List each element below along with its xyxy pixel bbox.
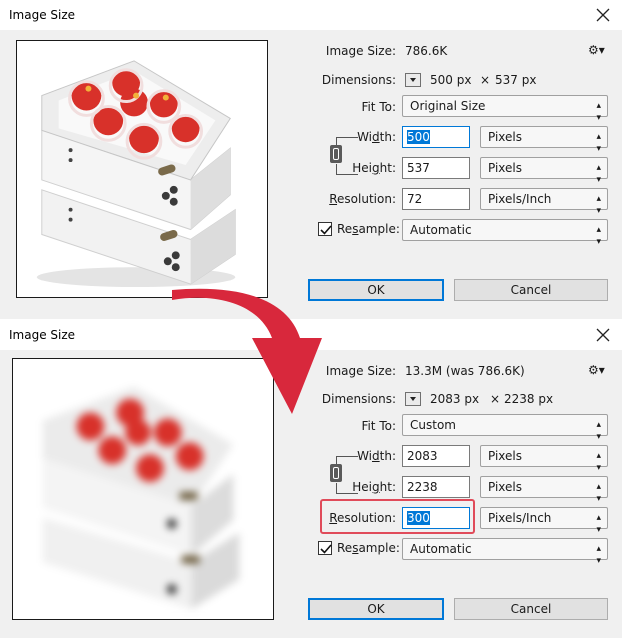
- height-label: Height:: [352, 161, 396, 175]
- dimensions-dropdown-button[interactable]: [405, 392, 421, 406]
- dialog-title: Image Size: [9, 328, 76, 342]
- select-arrows-icon: ▴ ▾: [596, 544, 601, 566]
- height-input[interactable]: 537: [402, 157, 470, 179]
- height-input[interactable]: 2238: [402, 476, 470, 498]
- select-arrows-icon: ▴ ▾: [596, 163, 601, 185]
- cancel-button[interactable]: Cancel: [454, 279, 608, 301]
- dimensions-label: Dimensions:: [321, 73, 396, 87]
- dimensions-separator: ×: [490, 392, 501, 406]
- resample-label: Resample:: [337, 541, 400, 555]
- resample-label: Resample:: [337, 222, 400, 236]
- title-bar: Image Size: [0, 0, 622, 30]
- fit-to-value: Original Size: [410, 99, 486, 113]
- ok-button[interactable]: OK: [308, 598, 444, 620]
- resolution-unit-select[interactable]: Pixels/Inch ▴ ▾: [480, 507, 608, 535]
- resolution-label: Resolution:: [329, 192, 396, 206]
- height-unit-select[interactable]: Pixels ▴ ▾: [480, 476, 608, 504]
- dimensions-height-value: 537 px: [495, 73, 537, 87]
- checkmark-icon: [320, 225, 332, 235]
- width-label: Width:: [357, 449, 396, 463]
- width-input[interactable]: 500: [402, 126, 470, 148]
- resample-select[interactable]: Automatic ▴ ▾: [402, 538, 608, 566]
- resolution-highlight-box: [320, 499, 475, 534]
- fit-to-select[interactable]: Custom ▴ ▾: [402, 414, 608, 442]
- resample-checkbox[interactable]: [318, 222, 332, 236]
- resample-select[interactable]: Automatic ▴ ▾: [402, 219, 608, 247]
- fit-to-label: Fit To:: [361, 100, 396, 114]
- width-unit-select[interactable]: Pixels ▴ ▾: [480, 126, 608, 154]
- resolution-input[interactable]: 72: [402, 188, 470, 210]
- apple-box-photo: [17, 41, 267, 297]
- cancel-button[interactable]: Cancel: [454, 598, 608, 620]
- image-size-label: Image Size:: [325, 44, 396, 58]
- select-arrows-icon: ▴ ▾: [596, 420, 601, 442]
- gear-icon[interactable]: ⚙▾: [588, 363, 608, 377]
- close-icon[interactable]: [592, 324, 614, 346]
- select-arrows-icon: ▴ ▾: [596, 132, 601, 154]
- image-size-dialog-before: Image Size Image Size: 786.6K ⚙▾ Dimensi…: [0, 0, 622, 319]
- select-arrows-icon: ▴ ▾: [596, 101, 601, 123]
- width-input[interactable]: 2083: [402, 445, 470, 467]
- image-preview: [16, 40, 268, 298]
- close-icon[interactable]: [592, 4, 614, 26]
- dimensions-dropdown-button[interactable]: [405, 73, 421, 87]
- select-arrows-icon: ▴ ▾: [596, 513, 601, 535]
- fit-to-value: Custom: [410, 418, 456, 432]
- curved-arrow-icon: [172, 288, 322, 414]
- dimensions-height-value: 2238 px: [504, 392, 554, 406]
- fit-to-select[interactable]: Original Size ▴ ▾: [402, 95, 608, 123]
- image-size-value: 13.3M (was 786.6K): [405, 364, 525, 378]
- height-label: Height:: [352, 480, 396, 494]
- dimensions-separator: ×: [480, 73, 491, 87]
- dimensions-width-value: 500 px: [430, 73, 472, 87]
- height-unit-select[interactable]: Pixels ▴ ▾: [480, 157, 608, 185]
- ok-button[interactable]: OK: [308, 279, 444, 301]
- dimensions-width-value: 2083 px: [430, 392, 480, 406]
- width-label: Width:: [357, 130, 396, 144]
- resolution-unit-select[interactable]: Pixels/Inch ▴ ▾: [480, 188, 608, 216]
- checkmark-icon: [320, 544, 332, 554]
- select-arrows-icon: ▴ ▾: [596, 194, 601, 216]
- fit-to-label: Fit To:: [361, 419, 396, 433]
- select-arrows-icon: ▴ ▾: [596, 451, 601, 473]
- gear-icon[interactable]: ⚙▾: [588, 43, 608, 57]
- dialog-title: Image Size: [9, 8, 76, 22]
- select-arrows-icon: ▴ ▾: [596, 225, 601, 247]
- width-unit-select[interactable]: Pixels ▴ ▾: [480, 445, 608, 473]
- resample-checkbox[interactable]: [318, 541, 332, 555]
- select-arrows-icon: ▴ ▾: [596, 482, 601, 504]
- image-size-value: 786.6K: [405, 44, 448, 58]
